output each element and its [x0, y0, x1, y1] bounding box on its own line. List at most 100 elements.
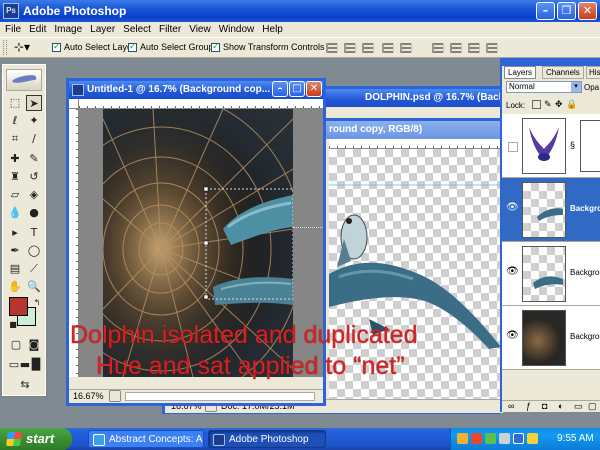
- layer-row[interactable]: 👁 Backgrou: [502, 242, 600, 306]
- menu-layer[interactable]: Layer: [86, 22, 119, 37]
- untitled-zoom-field[interactable]: 16.67%: [73, 391, 104, 401]
- hand-tool-icon[interactable]: ✋: [7, 279, 23, 295]
- tab-layers[interactable]: Layers: [504, 66, 537, 79]
- system-clock[interactable]: 9:55 AM: [557, 433, 594, 444]
- taskbar-item-browser[interactable]: Abstract Concepts: A...: [88, 430, 204, 448]
- tray-app-icon[interactable]: [513, 433, 524, 444]
- new-group-icon[interactable]: ▭: [574, 401, 583, 412]
- magic-wand-tool-icon[interactable]: ✦: [26, 113, 42, 129]
- foreground-color-swatch[interactable]: [9, 297, 28, 316]
- restore-button[interactable]: ❐: [557, 2, 576, 20]
- auto-select-groups-checkbox[interactable]: [128, 41, 137, 52]
- zoom-tool-icon[interactable]: 🔍: [26, 279, 42, 295]
- blur-tool-icon[interactable]: 💧: [7, 205, 23, 221]
- photoshop-feather-logo[interactable]: [6, 69, 42, 91]
- add-mask-icon[interactable]: ◘: [542, 401, 547, 411]
- lasso-tool-icon[interactable]: ℓ: [7, 113, 23, 129]
- slice-tool-icon[interactable]: ∕: [26, 131, 42, 147]
- lock-all-icon[interactable]: 🔒: [566, 99, 577, 110]
- align-horizontal-center-icon[interactable]: [400, 43, 412, 53]
- tab-channels[interactable]: Channels: [542, 66, 584, 79]
- healing-brush-tool-icon[interactable]: ✚: [7, 151, 23, 167]
- distribute-center-icon[interactable]: [450, 43, 462, 53]
- jump-to-imageready-icon[interactable]: ⇆: [17, 377, 33, 393]
- menu-select[interactable]: Select: [119, 22, 155, 37]
- ruler-origin[interactable]: [69, 99, 79, 109]
- type-tool-icon[interactable]: T: [26, 225, 42, 241]
- paint-bucket-tool-icon[interactable]: ◈: [26, 187, 42, 203]
- taskbar-item-photoshop[interactable]: Adobe Photoshop: [208, 430, 326, 448]
- tray-antivirus-icon[interactable]: [471, 433, 482, 444]
- layer-row-selected[interactable]: 👁 Backgro: [502, 178, 600, 242]
- new-layer-icon[interactable]: ▢: [588, 401, 597, 412]
- layer-row[interactable]: 👁 Backgrou: [502, 306, 600, 370]
- move-tool-preset-icon[interactable]: ⊹▾: [14, 40, 30, 54]
- untitled-status-menu-icon[interactable]: [109, 390, 121, 402]
- menu-edit[interactable]: Edit: [25, 22, 50, 37]
- close-button[interactable]: ✕: [578, 2, 597, 20]
- show-transform-controls-checkbox[interactable]: [211, 41, 220, 52]
- eraser-tool-icon[interactable]: ▱: [7, 187, 23, 203]
- doc-minimize-button[interactable]: –: [272, 81, 288, 97]
- crop-tool-icon[interactable]: ⌗: [7, 131, 23, 147]
- tray-alert-icon[interactable]: [527, 433, 538, 444]
- auto-select-layer-checkbox[interactable]: [52, 41, 61, 52]
- menu-image[interactable]: Image: [50, 22, 86, 37]
- lock-image-icon[interactable]: ✎: [544, 99, 552, 110]
- eye-icon[interactable]: 👁: [506, 330, 519, 341]
- shape-tool-icon[interactable]: ◯: [26, 243, 42, 259]
- untitled-horizontal-scrollbar[interactable]: [125, 392, 315, 401]
- full-screen-mode-icon[interactable]: █: [28, 357, 44, 373]
- tray-folder-icon[interactable]: [457, 433, 468, 444]
- menu-view[interactable]: View: [185, 22, 215, 37]
- default-colors-icon[interactable]: ■: [5, 317, 21, 333]
- distribute-left-icon[interactable]: [486, 43, 498, 53]
- marquee-tool-icon[interactable]: ⬚: [7, 95, 23, 111]
- blend-mode-select[interactable]: Normal ▾: [506, 81, 582, 93]
- adjustment-layer-icon[interactable]: ◐: [558, 401, 563, 411]
- align-top-icon[interactable]: [326, 43, 338, 53]
- lock-position-icon[interactable]: ✥: [555, 99, 563, 110]
- layer-style-icon[interactable]: ƒ: [526, 401, 531, 411]
- brush-tool-icon[interactable]: ✎: [26, 151, 42, 167]
- align-bottom-icon[interactable]: [362, 43, 374, 53]
- layer-mask-thumbnail[interactable]: [580, 120, 600, 172]
- link-layers-icon[interactable]: ∞: [508, 401, 514, 411]
- doc-close-button[interactable]: ✕: [306, 81, 322, 97]
- swap-colors-icon[interactable]: ↰: [29, 295, 45, 311]
- menu-help[interactable]: Help: [258, 22, 287, 37]
- notes-tool-icon[interactable]: ▤: [7, 261, 23, 277]
- distribute-top-icon[interactable]: [432, 43, 444, 53]
- app-title-bar[interactable]: Ps Adobe Photoshop – ❐ ✕: [0, 0, 600, 22]
- tray-network-icon[interactable]: [485, 433, 496, 444]
- align-left-icon[interactable]: [382, 43, 394, 53]
- dolphin-horizontal-ruler[interactable]: [329, 139, 503, 149]
- pen-tool-icon[interactable]: ✒: [7, 243, 23, 259]
- quick-mask-mode-icon[interactable]: ◙: [26, 337, 42, 353]
- minimize-button[interactable]: –: [536, 2, 555, 20]
- distribute-bottom-icon[interactable]: [468, 43, 480, 53]
- lock-transparency-icon[interactable]: [532, 100, 541, 109]
- doc-maximize-button[interactable]: □: [289, 81, 305, 97]
- menu-window[interactable]: Window: [215, 22, 259, 37]
- move-tool-icon[interactable]: ➤: [26, 95, 42, 111]
- tab-histogram[interactable]: Histo: [586, 66, 600, 79]
- path-selection-tool-icon[interactable]: ▸: [7, 225, 23, 241]
- align-vertical-center-icon[interactable]: [344, 43, 356, 53]
- standard-mode-icon[interactable]: ▢: [8, 337, 24, 353]
- clone-stamp-tool-icon[interactable]: ♜: [7, 169, 23, 185]
- start-button[interactable]: start: [0, 428, 72, 450]
- layer-visibility-toggle[interactable]: [508, 142, 518, 152]
- eye-icon[interactable]: 👁: [506, 266, 519, 277]
- eye-icon[interactable]: 👁: [506, 202, 519, 213]
- dolphin-doc-title-bar[interactable]: DOLPHIN.psd @ 16.7% (Background copy, RG…: [325, 89, 500, 107]
- layer-row[interactable]: §: [502, 114, 600, 178]
- menu-filter[interactable]: Filter: [155, 22, 185, 37]
- history-brush-tool-icon[interactable]: ↺: [26, 169, 42, 185]
- tray-volume-icon[interactable]: [499, 433, 510, 444]
- untitled-doc-title-bar[interactable]: Untitled-1 @ 16.7% (Background cop... – …: [69, 81, 323, 99]
- eyedropper-tool-icon[interactable]: ⟋: [26, 261, 42, 277]
- dodge-tool-icon[interactable]: ●: [26, 205, 42, 221]
- menu-file[interactable]: File: [0, 22, 25, 37]
- untitled-horizontal-ruler[interactable]: [79, 99, 323, 109]
